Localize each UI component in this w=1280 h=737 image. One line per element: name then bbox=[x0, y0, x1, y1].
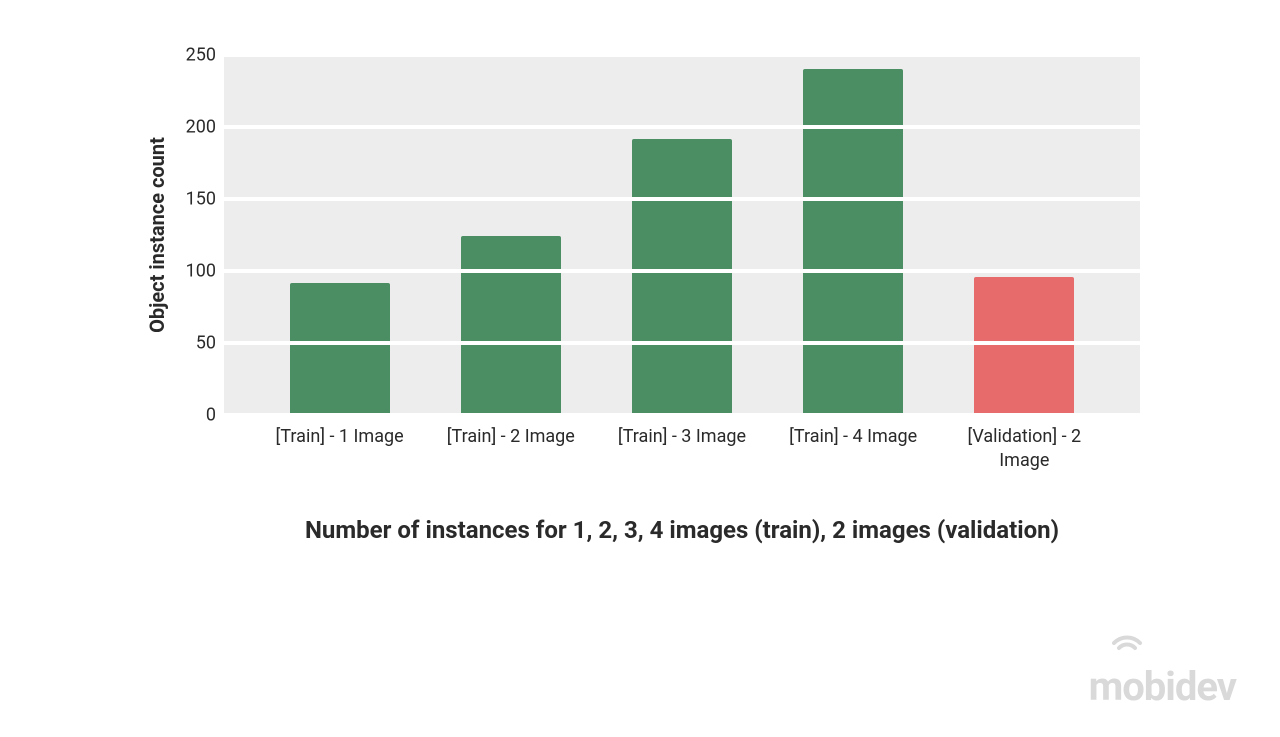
y-tick-label: 250 bbox=[186, 45, 216, 66]
x-tick-label: [Validation] - 2 Image bbox=[954, 425, 1094, 474]
y-axis-label-wrap: Object instance count bbox=[140, 55, 174, 415]
wifi-icon bbox=[1110, 629, 1144, 677]
y-tick-label: 100 bbox=[186, 261, 216, 282]
grid-line bbox=[224, 413, 1140, 417]
x-tick-label: [Train] - 1 Image bbox=[270, 425, 410, 474]
bar bbox=[632, 139, 732, 415]
x-axis-ticks: [Train] - 1 Image [Train] - 2 Image [Train… bbox=[224, 415, 1140, 474]
plot-area bbox=[224, 55, 1140, 415]
bar bbox=[974, 277, 1074, 415]
bar bbox=[290, 283, 390, 415]
chart-container: Object instance count 050100150200250 [T… bbox=[140, 55, 1140, 544]
bars-group bbox=[224, 55, 1140, 415]
grid-line bbox=[224, 269, 1140, 273]
grid-line bbox=[224, 197, 1140, 201]
y-axis-label: Object instance count bbox=[145, 137, 169, 333]
x-tick-label: [Train] - 3 Image bbox=[612, 425, 752, 474]
bar bbox=[461, 236, 561, 415]
x-tick-label: [Train] - 2 Image bbox=[441, 425, 581, 474]
bar bbox=[803, 69, 903, 415]
brand-logo: mobidev bbox=[1089, 667, 1236, 707]
chart-title: Number of instances for 1, 2, 3, 4 image… bbox=[224, 516, 1140, 544]
x-tick-label: [Train] - 4 Image bbox=[783, 425, 923, 474]
y-tick-label: 150 bbox=[186, 189, 216, 210]
grid-line bbox=[224, 341, 1140, 345]
grid-line bbox=[224, 53, 1140, 57]
y-tick-label: 200 bbox=[186, 117, 216, 138]
y-tick-label: 0 bbox=[206, 405, 216, 426]
y-axis-ticks: 050100150200250 bbox=[174, 55, 224, 415]
y-tick-label: 50 bbox=[196, 333, 216, 354]
plot-row: Object instance count 050100150200250 bbox=[140, 55, 1140, 415]
grid-line bbox=[224, 125, 1140, 129]
